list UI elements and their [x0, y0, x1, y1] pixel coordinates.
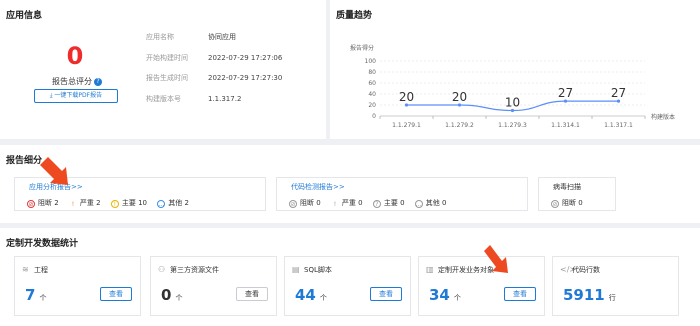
trend-chart: 报告得分 0 20 40 60 80 100 1.1.279.1 1.1.279.2 1.1.27…	[350, 44, 675, 129]
stat-other: … 其他 2	[157, 199, 189, 208]
data-label: 27	[558, 86, 573, 100]
y-tick-label: 0	[372, 113, 376, 120]
total-score: 0	[66, 42, 84, 70]
virus-scan-title: 病毒扫描	[553, 183, 581, 191]
major-icon: !	[110, 200, 119, 208]
card-business-object: ▥ 定制开发业务对象 34 个 查看	[418, 256, 545, 316]
report-detail-title: 报告细分	[6, 156, 43, 166]
x-tick-label: 1.1.317.1	[604, 122, 633, 129]
x-axis-label: 构建版本	[651, 113, 675, 121]
sql-icon: ▤	[292, 265, 300, 274]
data-label: 20	[399, 90, 414, 104]
quality-trend-panel: 质量趋势 报告得分 0 20 40 60 80 100 1.1.279.1 1.1.279.2 1…	[330, 0, 700, 139]
card-label: 第三方资源文件	[170, 266, 219, 274]
warning-icon: !	[333, 201, 337, 208]
code-check-stats: ⊘ 阻断 0 ! 严重 0 ? 主要 0 … 其他 0	[289, 198, 454, 209]
x-tick-label: 1.1.279.2	[445, 122, 474, 129]
card-sql: ▤ SQL脚本 44 个 查看	[284, 256, 411, 316]
card-label: 工程	[34, 266, 48, 274]
report-detail-panel: 报告细分 应用分析报告>> ⊘ 阻断 2 ! 严重 2 ! 主要 10 … 其他 2 代…	[0, 145, 700, 223]
dev-stats-title: 定制开发数据统计	[6, 239, 79, 249]
code-check-box: 代码检测报告>> ⊘ 阻断 0 ! 严重 0 ? 主要 0 … 其他 0	[276, 177, 528, 211]
card-value: 7个	[25, 286, 47, 304]
stat-critical: ! 严重 2	[69, 198, 101, 209]
help-icon[interactable]: ?	[94, 78, 102, 86]
y-axis-label: 报告得分	[350, 44, 374, 52]
y-tick-label: 40	[368, 91, 376, 98]
stat-block: ⊘ 阻断 2	[27, 199, 59, 208]
user-file-icon: ⚇	[158, 265, 166, 274]
info-row-app-name: 应用名称 协同应用	[146, 33, 236, 41]
info-row-build-start: 开始构建时间 2022-07-29 17:27:06	[146, 54, 283, 62]
block-icon: ⊘	[551, 200, 559, 208]
view-business-object-button[interactable]: 查看	[504, 287, 536, 301]
data-label: 10	[505, 96, 520, 110]
card-value: 0个	[161, 286, 183, 304]
view-sql-button[interactable]: 查看	[370, 287, 402, 301]
info-row-report-time: 报告生成时间 2022-07-29 17:27:30	[146, 74, 283, 82]
app-analysis-stats: ⊘ 阻断 2 ! 严重 2 ! 主要 10 … 其他 2	[27, 198, 197, 209]
annotation-arrow-business	[484, 245, 508, 273]
view-project-button[interactable]: 查看	[100, 287, 132, 301]
app-info-title: 应用信息	[6, 11, 43, 21]
card-value: 34 个	[429, 286, 461, 304]
block-icon: ⊘	[27, 200, 35, 208]
stat-block: ⊘ 阻断 0	[289, 199, 321, 208]
score-label-wrap: 报告总评分?	[52, 76, 102, 87]
stat-major: ! 主要 10	[110, 198, 147, 208]
score-label: 报告总评分	[52, 77, 92, 86]
y-tick-label: 80	[368, 69, 376, 76]
layers-icon: ≋	[22, 265, 29, 274]
y-tick-label: 20	[368, 102, 376, 109]
stat-other: … 其他 0	[414, 199, 447, 208]
view-third-party-button[interactable]: 查看	[236, 287, 268, 301]
data-label: 27	[611, 86, 626, 100]
info-row-build-version: 构建版本号 1.1.317.2	[146, 95, 242, 103]
virus-scan-stats: ⊘ 阻断 0	[551, 198, 591, 208]
x-tick-label: 1.1.279.3	[498, 122, 527, 129]
other-icon: …	[414, 200, 423, 208]
stat-block: ⊘ 阻断 0	[551, 199, 583, 208]
card-value: 44 个	[295, 286, 327, 304]
annotation-arrow-report	[40, 157, 68, 185]
card-label: 代码行数	[572, 266, 600, 274]
data-label: 20	[452, 90, 467, 104]
card-code-lines: </>代码行数 5911 行	[552, 256, 679, 316]
code-icon: </>	[560, 265, 577, 274]
card-value: 5911 行	[563, 286, 616, 304]
card-third-party: ⚇ 第三方资源文件 0个 查看	[150, 256, 277, 316]
card-label: SQL脚本	[304, 266, 332, 274]
stat-critical: ! 严重 0	[331, 198, 363, 209]
other-icon: …	[157, 200, 166, 208]
x-tick-label: 1.1.279.1	[392, 122, 421, 129]
virus-scan-box: 病毒扫描 ⊘ 阻断 0	[538, 177, 616, 211]
warning-icon: !	[71, 201, 75, 208]
download-pdf-button[interactable]: ⤓ 一键下载PDF报告	[34, 89, 118, 103]
card-project: ≋ 工程 7个 查看	[14, 256, 141, 316]
code-check-report-link[interactable]: 代码检测报告>>	[291, 182, 345, 192]
block-icon: ⊘	[289, 200, 297, 208]
app-info-panel: 应用信息 0 报告总评分? ⤓ 一键下载PDF报告 应用名称 协同应用 开始构建时…	[0, 0, 326, 139]
major-icon: ?	[372, 200, 381, 208]
dev-stats-panel: 定制开发数据统计 ≋ 工程 7个 查看 ⚇ 第三方资源文件 0个 查看 ▤ SQL脚本…	[0, 228, 700, 326]
y-tick-label: 100	[365, 58, 377, 65]
object-icon: ▥	[426, 265, 434, 274]
stat-major: ? 主要 0	[372, 198, 405, 208]
x-tick-label: 1.1.314.1	[551, 122, 580, 129]
y-tick-label: 60	[368, 80, 376, 87]
